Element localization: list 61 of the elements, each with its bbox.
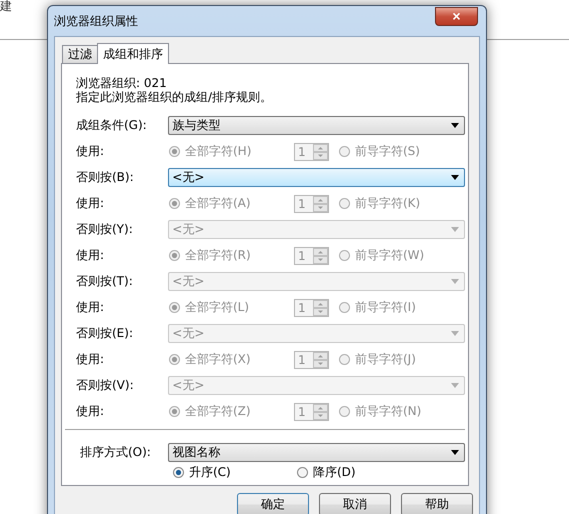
dropdown[interactable]: 族与类型 [168, 116, 465, 135]
radio-label: 前导字符(N) [355, 403, 422, 420]
radio-label: 前导字符(J) [355, 351, 416, 368]
dialog-button[interactable]: 确定 [237, 493, 309, 514]
spinner-arrows-icon [313, 248, 328, 264]
radio-label: 前导字符(S) [355, 143, 420, 160]
field-label: 否则按(B): [76, 169, 135, 186]
field-label: 使用: [76, 403, 106, 420]
radio-label: 前导字符(W) [355, 247, 424, 264]
caret-icon [451, 123, 459, 128]
radio-label: 全部字符(Z) [185, 403, 252, 420]
spinner-arrows-icon [313, 196, 328, 212]
dropdown[interactable]: 视图名称 [168, 442, 465, 462]
radio-button[interactable] [173, 466, 184, 478]
dialog-button[interactable]: 取消 [319, 493, 391, 514]
caret-icon [451, 450, 459, 454]
caret-icon [451, 331, 459, 336]
field-label: 使用: [76, 195, 106, 212]
field-label: 否则按(Y): [76, 221, 134, 238]
caret-icon [451, 175, 459, 180]
caret-icon [451, 227, 459, 232]
spinner-arrows-icon [313, 144, 328, 160]
dialog-button[interactable]: 帮助 [401, 493, 473, 514]
caret-icon [451, 279, 459, 284]
organization-name: 浏览器组织: 021 [76, 76, 168, 90]
number-spinner[interactable]: 1 [294, 194, 329, 212]
radio-button[interactable] [297, 466, 308, 478]
radio-button[interactable] [169, 146, 180, 157]
radio-label: 全部字符(H) [185, 143, 252, 160]
radio-button[interactable] [339, 146, 350, 157]
caret-icon [451, 383, 459, 388]
field-label: 否则按(E): [76, 325, 134, 342]
field-label: 使用: [76, 299, 106, 316]
field-label: 使用: [76, 247, 106, 264]
field-label: 否则按(T): [76, 273, 134, 290]
field-label: 排序方式(O): [80, 444, 152, 460]
dropdown[interactable]: <无> [168, 168, 465, 187]
spinner-arrows-icon [313, 352, 328, 368]
field-label: 否则按(V): [76, 377, 135, 394]
spinner-arrows-icon [313, 300, 328, 316]
spinner-arrows-icon [313, 404, 328, 420]
radio-label: 全部字符(L) [185, 299, 250, 316]
window-title: 浏览器组织属性 [54, 12, 138, 30]
radio-label: 全部字符(A) [185, 195, 252, 212]
field-label: 成组条件(G): [76, 117, 148, 134]
background-text: 建 [0, 0, 12, 15]
radio-label: 前导字符(K) [355, 195, 420, 212]
number-spinner[interactable]: 1 [294, 142, 329, 160]
field-label: 使用: [76, 143, 106, 160]
radio-label: 全部字符(X) [185, 351, 252, 368]
radio-label: 前导字符(I) [355, 299, 416, 316]
tab[interactable]: 成组和排序 [97, 43, 169, 64]
radio-button[interactable] [339, 198, 350, 209]
tab[interactable]: 过滤 [62, 45, 98, 63]
description-text: 指定此浏览器组织的成组/排序规则。 [76, 90, 274, 104]
radio-label: 降序(D) [313, 464, 356, 480]
radio-button[interactable] [169, 198, 180, 209]
radio-label: 升序(C) [189, 464, 231, 480]
field-label: 使用: [76, 351, 106, 368]
radio-label: 全部字符(R) [185, 247, 252, 264]
close-button[interactable]: × [435, 6, 478, 26]
